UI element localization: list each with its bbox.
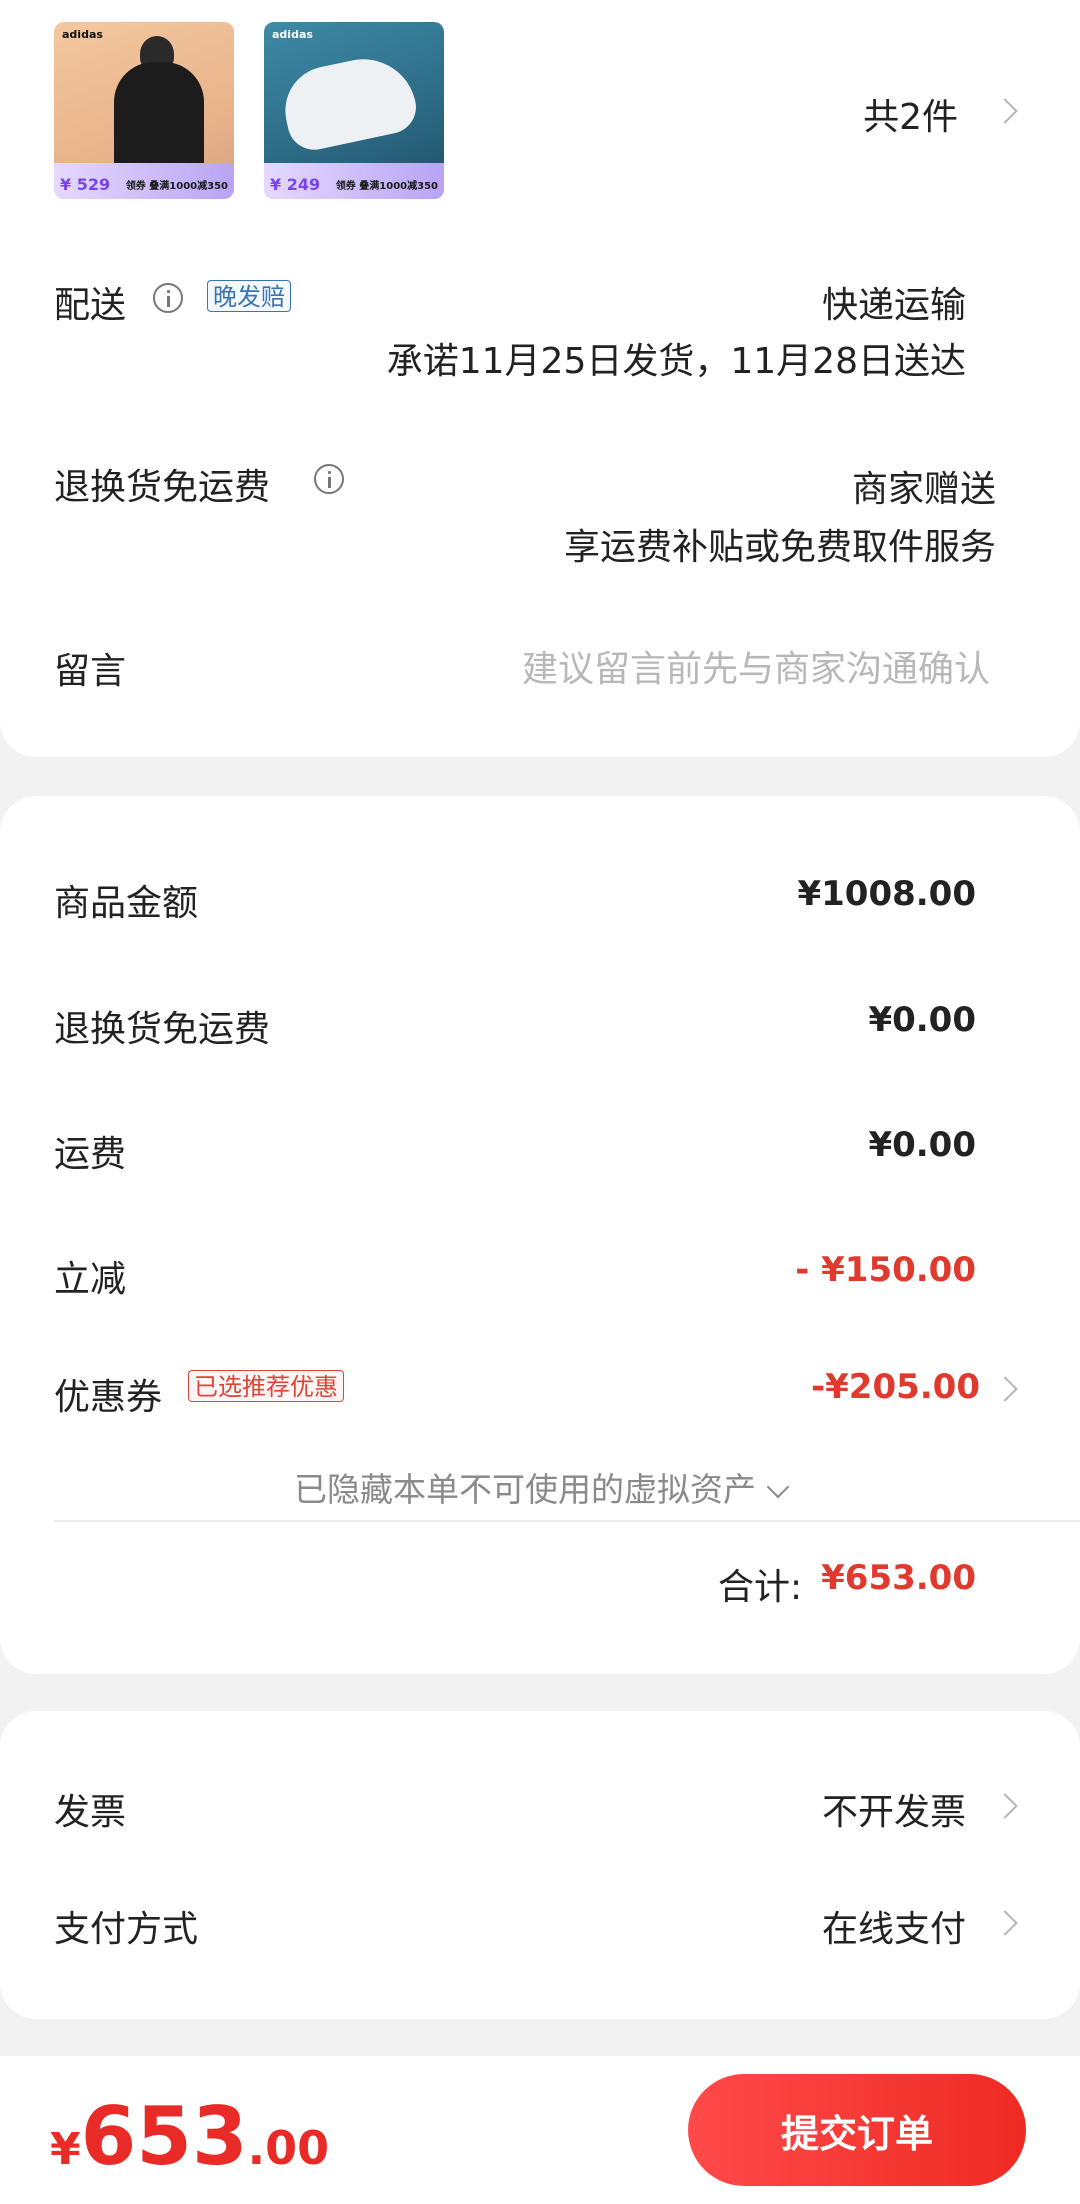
goods-amount-label: 商品金额 xyxy=(54,883,199,924)
info-icon[interactable] xyxy=(153,283,183,313)
payment-value[interactable]: 在线支付 xyxy=(822,1900,966,1952)
return-fee-label: 退换货免运费 xyxy=(54,1009,271,1050)
return-shipping-value: 商家赠送 xyxy=(851,469,996,510)
hidden-assets-text: 已隐藏本单不可使用的虚拟资产 xyxy=(294,1470,756,1509)
thumb-deal: 领券 叠满1000减350 xyxy=(125,181,228,192)
invoice-label: 发票 xyxy=(54,1792,127,1833)
shipping-label: 运费 xyxy=(54,1134,127,1175)
info-icon[interactable] xyxy=(314,464,344,494)
promo-strip: ¥ 529 领券 叠满1000减350 xyxy=(54,163,234,199)
product-thumbnail-shoe[interactable]: adidas ¥ 249 领券 叠满1000减350 xyxy=(264,22,444,199)
total-value: ¥653.00 xyxy=(821,1558,976,1598)
shoe-image xyxy=(277,49,421,155)
chevron-down-icon xyxy=(766,1475,790,1499)
message-label: 留言 xyxy=(54,651,127,692)
divider xyxy=(54,1520,1080,1522)
brand-logo: adidas xyxy=(272,28,313,41)
invoice-payment-card xyxy=(0,1711,1080,2019)
return-shipping-desc: 享运费补贴或免费取件服务 xyxy=(563,527,996,568)
currency-symbol: ¥ xyxy=(50,2124,81,2175)
delivery-label: 配送 xyxy=(54,285,127,326)
delivery-promise: 承诺11月25日发货，11月28日送达 xyxy=(386,341,966,382)
total-label: 合计: xyxy=(718,1567,803,1608)
thumb-price: ¥ 529 xyxy=(60,175,111,194)
item-count[interactable]: 共2件 xyxy=(863,88,958,140)
shipping-value: ¥0.00 xyxy=(868,1125,976,1165)
invoice-value[interactable]: 不开发票 xyxy=(822,1783,966,1835)
late-compensation-tag: 晚发赔 xyxy=(207,280,291,312)
delivery-method: 快递运输 xyxy=(821,285,966,326)
total-integer: 653 xyxy=(80,2090,248,2183)
coupon-label: 优惠券 xyxy=(54,1377,163,1418)
return-shipping-label: 退换货免运费 xyxy=(54,467,271,508)
price-summary-card xyxy=(0,796,1080,1674)
thumb-price: ¥ 249 xyxy=(270,175,321,194)
payment-label: 支付方式 xyxy=(54,1909,199,1950)
goods-amount-value: ¥1008.00 xyxy=(797,874,976,914)
instant-discount-value: - ¥150.00 xyxy=(795,1250,976,1290)
submit-order-button[interactable]: 提交订单 xyxy=(688,2074,1026,2186)
promo-strip: ¥ 249 领券 叠满1000减350 xyxy=(264,163,444,199)
brand-logo: adidas xyxy=(62,28,103,41)
thumb-deal: 领券 叠满1000减350 xyxy=(335,181,438,192)
message-input[interactable]: 建议留言前先与商家沟通确认 xyxy=(522,640,990,692)
coupon-recommended-tag: 已选推荐优惠 xyxy=(188,1370,344,1402)
payable-total: ¥653.00 xyxy=(50,2090,329,2183)
coupon-value[interactable]: -¥205.00 xyxy=(811,1367,980,1407)
instant-discount-label: 立减 xyxy=(54,1259,127,1300)
return-fee-value: ¥0.00 xyxy=(868,1000,976,1040)
jacket-image xyxy=(114,62,204,172)
hidden-assets-toggle[interactable]: 已隐藏本单不可使用的虚拟资产 xyxy=(0,1463,1080,1511)
product-thumbnail-jacket[interactable]: adidas ¥ 529 领券 叠满1000减350 xyxy=(54,22,234,199)
total-decimal: .00 xyxy=(247,2121,330,2175)
